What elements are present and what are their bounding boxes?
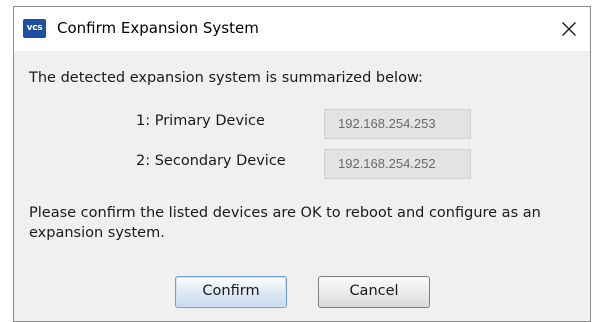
window-title: Confirm Expansion System xyxy=(57,19,259,37)
cancel-button[interactable]: Cancel xyxy=(318,276,430,308)
secondary-device-label: 2: Secondary Device xyxy=(136,153,286,169)
app-logo-icon: vcs xyxy=(23,19,46,38)
confirm-message: Please confirm the listed devices are OK… xyxy=(29,205,541,241)
confirm-button[interactable]: Confirm xyxy=(175,276,287,308)
title-bar[interactable]: vcs Confirm Expansion System xyxy=(14,7,590,51)
primary-device-label: 1: Primary Device xyxy=(136,113,265,129)
secondary-device-ip-field: 192.168.254.252 xyxy=(324,149,471,179)
summary-text: The detected expansion system is summari… xyxy=(29,70,423,86)
dialog-content: The detected expansion system is summari… xyxy=(14,51,590,321)
confirm-expansion-dialog: vcs Confirm Expansion System The detecte… xyxy=(13,6,591,322)
close-icon xyxy=(562,22,576,36)
close-button[interactable] xyxy=(552,15,586,43)
primary-device-ip-field: 192.168.254.253 xyxy=(324,109,471,139)
